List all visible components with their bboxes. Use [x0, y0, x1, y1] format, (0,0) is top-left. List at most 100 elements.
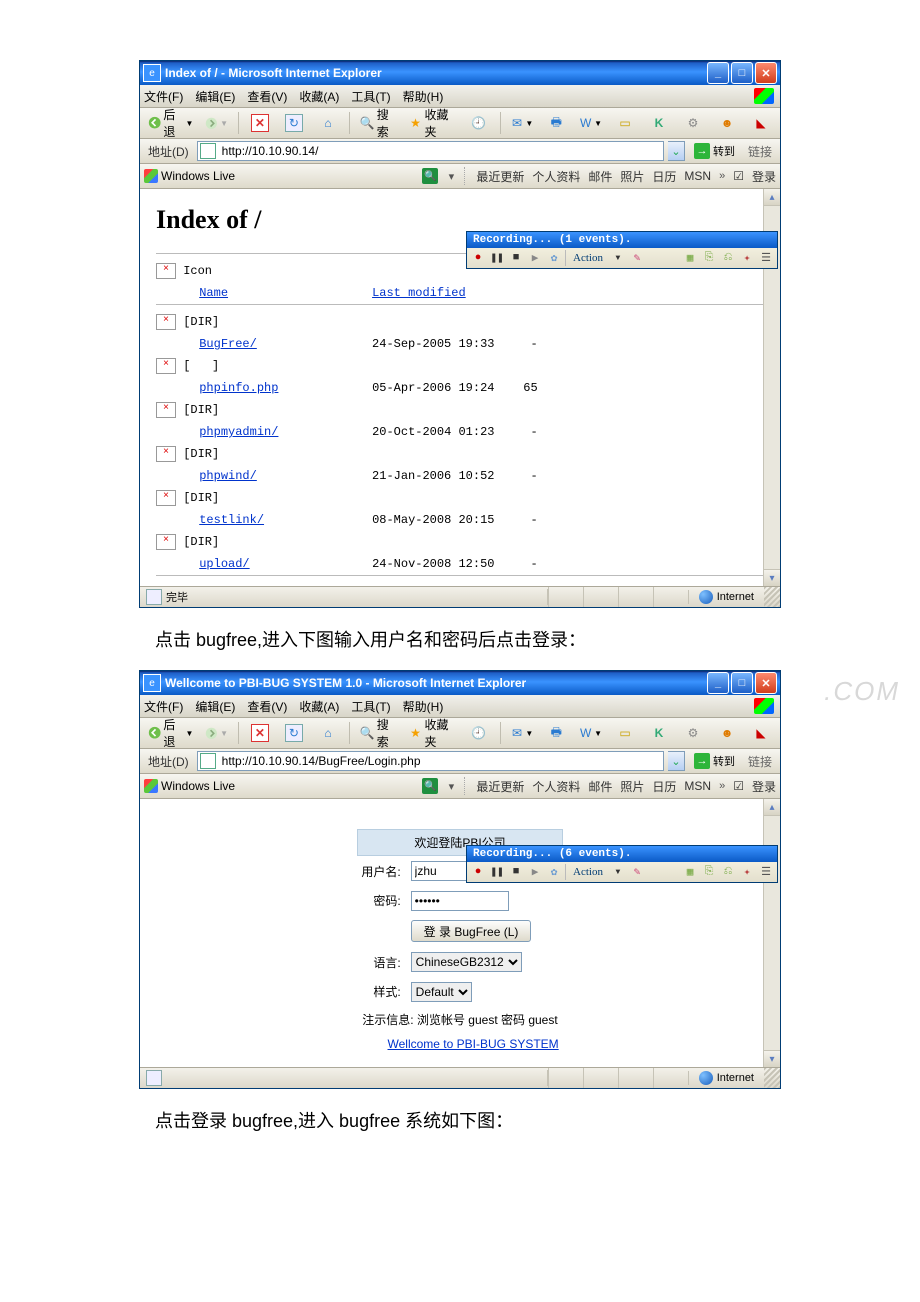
ext-gear-button[interactable]: ⚙ — [678, 111, 708, 135]
system-link[interactable]: Wellcome to PBI-BUG SYSTEM — [388, 1037, 559, 1051]
link-phpmyadmin[interactable]: phpmyadmin/ — [199, 425, 278, 439]
action-drop-icon[interactable]: ▼ — [610, 250, 626, 266]
edit-button[interactable]: W▼ — [575, 721, 606, 745]
search-button[interactable]: 🔍搜索 — [356, 111, 401, 135]
wand-icon[interactable]: ✎ — [629, 864, 645, 880]
live-login[interactable]: 登录 — [752, 778, 776, 795]
recording-toolbar[interactable]: Recording... (6 events). ● ❚❚ ■ ▶ ✿ Acti… — [466, 845, 778, 883]
link-upload[interactable]: upload/ — [199, 557, 249, 571]
tool4-icon[interactable]: ✦ — [739, 864, 755, 880]
live-search-drop[interactable]: ▾ — [446, 780, 456, 793]
link-bugfree[interactable]: BugFree/ — [199, 337, 257, 351]
scroll-down-icon[interactable]: ▾ — [764, 1050, 780, 1067]
stop-button[interactable]: ✕ — [245, 111, 275, 135]
search-button[interactable]: 🔍搜索 — [356, 721, 401, 745]
favorites-button[interactable]: ★收藏夹 — [405, 111, 460, 135]
links-label[interactable]: 链接 — [744, 143, 776, 160]
tool1-icon[interactable]: ▦ — [682, 864, 698, 880]
address-dropdown[interactable]: ⌄ — [668, 141, 685, 161]
resize-grip[interactable] — [764, 587, 780, 607]
stop-button[interactable]: ✕ — [245, 721, 275, 745]
scroll-up-icon[interactable]: ▴ — [764, 189, 780, 206]
history-button[interactable]: 🕘 — [464, 111, 494, 135]
live-search-icon[interactable]: 🔍 — [422, 778, 438, 794]
record-icon[interactable]: ● — [470, 864, 486, 880]
ext-k-button[interactable]: K — [644, 111, 674, 135]
pause-icon[interactable]: ❚❚ — [489, 864, 505, 880]
maximize-button[interactable]: □ — [731, 62, 753, 84]
link-testlink[interactable]: testlink/ — [199, 513, 264, 527]
links-label[interactable]: 链接 — [744, 753, 776, 770]
mail-button[interactable]: ✉▼ — [507, 721, 538, 745]
research-button[interactable]: ▭ — [610, 721, 640, 745]
menu-file[interactable]: 文件(F) — [144, 88, 183, 105]
live-search-icon[interactable]: 🔍 — [422, 168, 438, 184]
menu-view[interactable]: 查看(V) — [247, 88, 287, 105]
address-field[interactable] — [197, 141, 664, 161]
address-dropdown[interactable]: ⌄ — [668, 751, 685, 771]
wand-icon[interactable]: ✎ — [629, 250, 645, 266]
address-field[interactable] — [197, 751, 664, 771]
tool3-icon[interactable]: ⎌ — [720, 250, 736, 266]
ext-messenger-button[interactable]: ☻ — [712, 721, 742, 745]
play-icon[interactable]: ▶ — [527, 250, 543, 266]
live-checkbox[interactable]: ☑ — [733, 779, 744, 793]
tool3-icon[interactable]: ⎌ — [720, 864, 736, 880]
menu-help[interactable]: 帮助(H) — [403, 698, 444, 715]
menu-edit[interactable]: 编辑(E) — [195, 698, 235, 715]
ext-snag-button[interactable]: ◣ — [746, 721, 776, 745]
history-button[interactable]: 🕘 — [464, 721, 494, 745]
home-button[interactable]: ⌂ — [313, 111, 343, 135]
minimize-button[interactable]: _ — [707, 62, 729, 84]
menu-tools[interactable]: 工具(T) — [351, 698, 390, 715]
menu-edit[interactable]: 编辑(E) — [195, 88, 235, 105]
go-button[interactable]: →转到 — [689, 141, 740, 161]
tool2-icon[interactable]: ⎘ — [701, 864, 717, 880]
style-select[interactable]: Default — [411, 982, 472, 1002]
col-name[interactable]: Name — [199, 286, 228, 300]
home-button[interactable]: ⌂ — [313, 721, 343, 745]
close-button[interactable]: ✕ — [755, 672, 777, 694]
language-select[interactable]: ChineseGB2312 — [411, 952, 522, 972]
live-profile[interactable]: 个人资料 — [532, 778, 580, 795]
tool1-icon[interactable]: ▦ — [682, 250, 698, 266]
tool4-icon[interactable]: ✦ — [739, 250, 755, 266]
windows-live-logo[interactable]: Windows Live — [144, 169, 235, 183]
live-calendar[interactable]: 日历 — [652, 168, 676, 185]
menu-file[interactable]: 文件(F) — [144, 698, 183, 715]
link-phpinfo[interactable]: phpinfo.php — [199, 381, 278, 395]
back-button[interactable]: 后退▼ — [144, 111, 197, 135]
minimize-button[interactable]: _ — [707, 672, 729, 694]
forward-button[interactable]: ▼ — [201, 721, 232, 745]
menu-view[interactable]: 查看(V) — [247, 698, 287, 715]
chevron-more-icon[interactable]: » — [719, 780, 725, 792]
live-login[interactable]: 登录 — [752, 168, 776, 185]
print-button[interactable]: 🖶 — [541, 721, 571, 745]
scroll-up-icon[interactable]: ▴ — [764, 799, 780, 816]
live-mail[interactable]: 邮件 — [588, 168, 612, 185]
action-drop-icon[interactable]: ▼ — [610, 864, 626, 880]
scroll-down-icon[interactable]: ▾ — [764, 569, 780, 586]
favorites-button[interactable]: ★收藏夹 — [405, 721, 460, 745]
menu-favorites[interactable]: 收藏(A) — [299, 88, 339, 105]
recording-toolbar[interactable]: Recording... (1 events). ● ❚❚ ■ ▶ ✿ Acti… — [466, 231, 778, 269]
stop-record-icon[interactable]: ■ — [508, 864, 524, 880]
scrollbar[interactable]: ▴ ▾ — [763, 799, 780, 1067]
forward-button[interactable]: ▼ — [201, 111, 232, 135]
menu-help[interactable]: 帮助(H) — [403, 88, 444, 105]
mail-button[interactable]: ✉▼ — [507, 111, 538, 135]
record-icon[interactable]: ● — [470, 250, 486, 266]
live-recent[interactable]: 最近更新 — [476, 778, 524, 795]
close-button[interactable]: ✕ — [755, 62, 777, 84]
titlebar[interactable]: e Index of / - Microsoft Internet Explor… — [140, 61, 780, 85]
live-search-drop[interactable]: ▾ — [446, 170, 456, 183]
pause-icon[interactable]: ❚❚ — [489, 250, 505, 266]
action-label[interactable]: Action — [569, 866, 607, 878]
link-phpwind[interactable]: phpwind/ — [199, 469, 257, 483]
chevron-more-icon[interactable]: » — [719, 170, 725, 182]
password-input[interactable] — [411, 891, 509, 911]
tool5-icon[interactable]: ☰ — [758, 864, 774, 880]
live-profile[interactable]: 个人资料 — [532, 168, 580, 185]
play-icon[interactable]: ▶ — [527, 864, 543, 880]
back-button[interactable]: 后退▼ — [144, 721, 197, 745]
